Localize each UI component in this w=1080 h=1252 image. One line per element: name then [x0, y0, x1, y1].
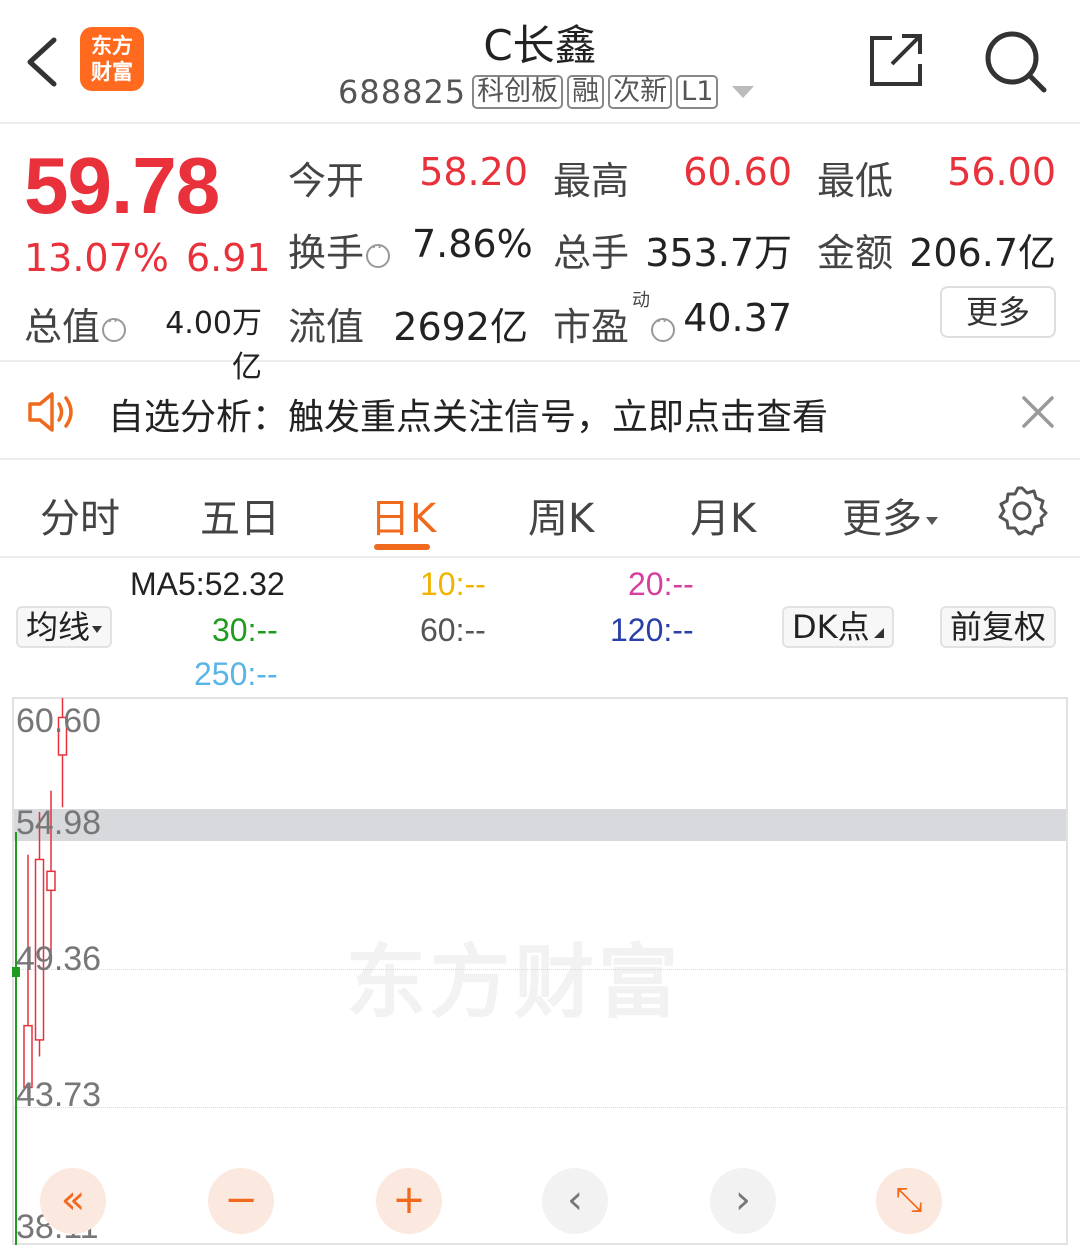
chevron-left-icon: ‹	[567, 1177, 583, 1223]
y-tick-label: 60.60	[16, 702, 102, 740]
minus-icon: −	[224, 1177, 258, 1223]
tag-new-listing: 次新	[608, 75, 673, 109]
pe-value: 40.37	[683, 296, 792, 340]
low-value: 56.00	[947, 150, 1056, 194]
volume-label: 总手	[553, 231, 630, 275]
ma120-legend: 120:--	[610, 612, 694, 648]
speaker-icon	[28, 392, 73, 432]
float-cap-value: 2692亿	[393, 305, 528, 349]
volume-value: 353.7万	[645, 231, 792, 275]
high-value: 60.60	[683, 150, 792, 194]
tab-more-label: 更多	[842, 496, 922, 542]
banner-text[interactable]: 自选分析：触发重点关注信号，立即点击查看	[108, 388, 828, 440]
scroll-right-button[interactable]: ›	[710, 1168, 776, 1234]
tab-daily-k[interactable]: 日K	[370, 486, 436, 544]
quote-panel: 59.78 13.07% 6.91 今开 58.20 最高 60.60 最低 5…	[0, 124, 1080, 385]
stock-code: 688825	[338, 73, 467, 111]
jump-start-button[interactable]: «	[40, 1168, 106, 1234]
open-value: 58.20	[419, 150, 528, 194]
ma10-legend: 10:--	[420, 566, 486, 602]
chevron-down-icon	[92, 625, 103, 633]
close-icon[interactable]	[1018, 392, 1058, 432]
pe-dynamic-mark: 动	[632, 290, 650, 311]
amount-value: 206.7亿	[909, 231, 1056, 275]
chevron-down-icon[interactable]	[732, 86, 755, 98]
y-tick-label: 43.73	[16, 1076, 102, 1114]
last-price: 59.78	[24, 141, 220, 230]
tab-weekly-k[interactable]: 周K	[528, 486, 594, 544]
amount-label: 金额	[817, 231, 894, 275]
fullscreen-button[interactable]: ⤡	[876, 1168, 942, 1234]
ma20-legend: 20:--	[628, 566, 694, 602]
corner-triangle-icon	[873, 628, 884, 638]
scroll-left-button[interactable]: ‹	[542, 1168, 608, 1234]
change-amount: 6.91	[186, 236, 271, 280]
period-tabs: 分时 五日 日K 周K 月K 更多	[0, 460, 1080, 558]
tab-five-day[interactable]: 五日	[200, 486, 280, 544]
search-icon[interactable]	[982, 28, 1048, 94]
ma60-legend: 60:--	[420, 612, 486, 648]
more-button[interactable]: 更多	[940, 286, 1056, 338]
open-label: 今开	[288, 159, 365, 203]
chevron-right-icon: ›	[735, 1177, 751, 1223]
plus-icon: +	[392, 1177, 426, 1223]
share-icon[interactable]	[866, 30, 926, 90]
expand-icon: ⤡	[895, 1180, 923, 1220]
grid-line	[14, 1107, 1066, 1108]
top-bar: 东方 财富 C长鑫 688825 科创板 融 次新 L1	[0, 0, 1080, 124]
price-highlight-band	[14, 809, 1066, 841]
ma5-legend: MA5:52.32	[130, 566, 285, 602]
tag-star-market: 科创板	[472, 75, 564, 109]
tag-level1: L1	[676, 75, 719, 109]
y-tick-label: 54.98	[16, 804, 102, 842]
y-tick-label: 49.36	[16, 940, 102, 978]
tag-margin: 融	[567, 75, 605, 109]
analysis-banner[interactable]: 自选分析：触发重点关注信号，立即点击查看	[0, 362, 1080, 460]
zoom-out-button[interactable]: −	[208, 1168, 274, 1234]
active-tab-indicator	[374, 544, 430, 550]
high-label: 最高	[553, 159, 630, 203]
turnover-value: 7.86%	[412, 222, 533, 266]
indicator-select-label: 均线	[26, 608, 91, 646]
float-cap-label: 流值	[288, 305, 365, 349]
indicator-select[interactable]: 均线	[16, 606, 113, 648]
info-icon[interactable]	[366, 237, 391, 268]
double-chevron-left-icon: «	[60, 1177, 86, 1223]
watermark: 东方财富	[346, 935, 682, 1029]
tab-more[interactable]: 更多	[842, 486, 938, 544]
info-icon[interactable]	[102, 311, 127, 342]
zoom-in-button[interactable]: +	[376, 1168, 442, 1234]
change-percent: 13.07%	[24, 236, 169, 280]
dk-point-label: DK点	[792, 608, 870, 646]
market-cap-label[interactable]: 总值	[24, 296, 127, 351]
ma30-legend: 30:--	[212, 612, 278, 648]
tab-monthly-k[interactable]: 月K	[690, 486, 756, 544]
price-adjust-button[interactable]: 前复权	[940, 606, 1057, 648]
pe-label[interactable]: 市盈	[553, 296, 676, 351]
gear-icon[interactable]	[996, 485, 1048, 537]
ma250-legend: 250:--	[194, 656, 278, 692]
grid-line	[14, 969, 1066, 970]
dk-point-button[interactable]: DK点	[782, 606, 894, 648]
chevron-down-icon	[926, 517, 938, 525]
low-label: 最低	[817, 159, 894, 203]
tab-intraday[interactable]: 分时	[40, 486, 120, 544]
turnover-label[interactable]: 换手	[288, 222, 391, 277]
info-icon[interactable]	[651, 311, 676, 342]
stock-subtitle[interactable]: 688825 科创板 融 次新 L1	[338, 72, 755, 112]
